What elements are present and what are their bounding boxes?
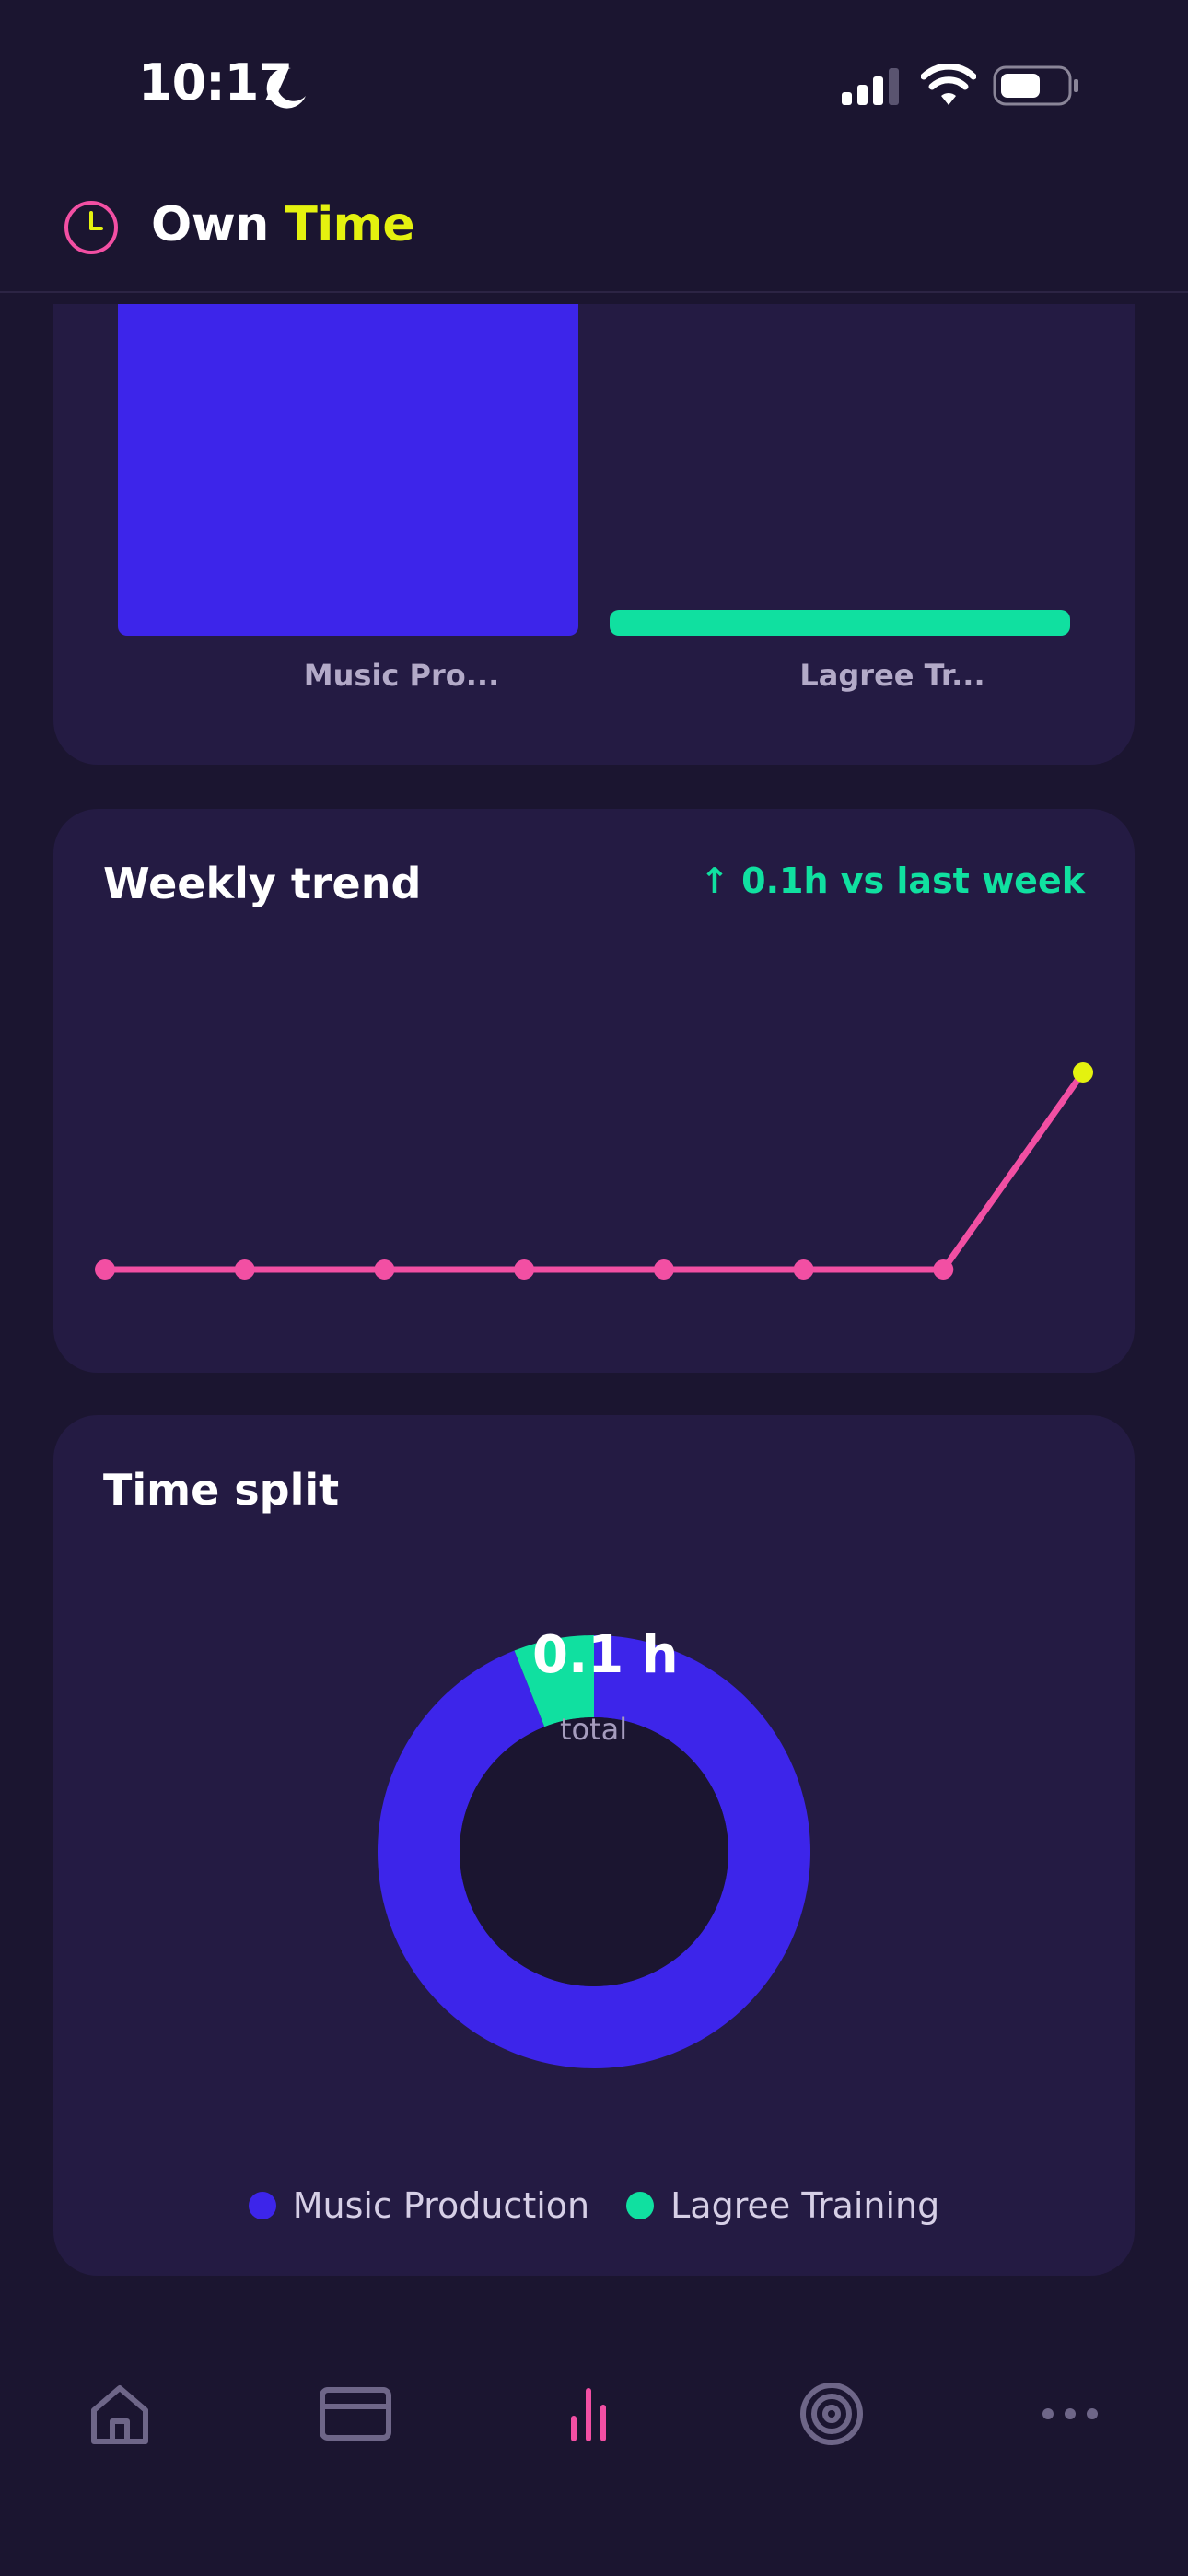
trend-point-5 <box>793 1259 814 1280</box>
weekly-trend-card: Weekly trend ↑ 0.1h vs last week <box>53 809 1135 1373</box>
bar-chart-icon <box>571 2388 606 2441</box>
trend-point-6 <box>933 1259 954 1280</box>
tab-transactions[interactable] <box>300 2359 411 2469</box>
tab-goals[interactable] <box>776 2359 887 2469</box>
wifi-icon <box>921 64 976 105</box>
tab-more[interactable] <box>1015 2359 1125 2469</box>
donut-total-value: 0.1 h <box>532 1625 679 1685</box>
donut-legend: Music Production Lagree Training <box>53 2185 1135 2226</box>
tab-home[interactable] <box>64 2359 175 2469</box>
tab-stats[interactable] <box>539 2359 649 2469</box>
app-title: Own Time <box>151 197 415 252</box>
trend-line-chart <box>95 1062 1093 1280</box>
trend-point-4 <box>653 1259 674 1280</box>
clock-icon <box>64 201 118 254</box>
legend-label-lagree: Lagree Training <box>670 2185 940 2226</box>
target-icon <box>800 2383 863 2445</box>
moon-icon <box>266 67 306 109</box>
legend-item-lagree: Lagree Training <box>626 2185 939 2226</box>
bar-1 <box>610 610 1070 636</box>
bottom-tab-bar <box>0 2322 1188 2576</box>
trend-point-7 <box>1073 1062 1093 1083</box>
trend-point-3 <box>514 1259 535 1280</box>
cellular-signal-icon <box>842 68 899 105</box>
status-bar: 10:17 <box>0 0 1188 175</box>
bar-label-lagree: Lagree Tr... <box>799 658 985 693</box>
more-icon <box>1042 2408 1098 2419</box>
donut-hole <box>460 1717 728 1986</box>
donut-chart <box>377 1635 810 2068</box>
battery-icon <box>993 65 1078 106</box>
legend-dot-music <box>248 2192 276 2219</box>
time-split-card: Time split 0.1 h total Music Production … <box>53 1415 1135 2276</box>
app-title-part1: Own <box>151 197 269 252</box>
trend-point-2 <box>374 1259 395 1280</box>
legend-dot-lagree <box>626 2192 655 2219</box>
legend-label-music: Music Production <box>292 2185 590 2226</box>
app-title-part2: Time <box>285 197 415 252</box>
bar-label-music: Music Pro... <box>303 658 500 693</box>
trend-point-0 <box>95 1259 115 1280</box>
bar-chart <box>118 304 1070 636</box>
trend-line <box>101 1069 1087 1273</box>
donut-total-label: total <box>560 1712 628 1747</box>
app-header: Own Time <box>0 175 1188 293</box>
bar-chart-card: Music Pro... Lagree Tr... <box>53 304 1135 765</box>
legend-item-music: Music Production <box>248 2185 590 2226</box>
home-icon <box>91 2385 148 2444</box>
trend-point-1 <box>234 1259 255 1280</box>
bar-0 <box>118 304 578 636</box>
card-icon <box>320 2387 391 2441</box>
